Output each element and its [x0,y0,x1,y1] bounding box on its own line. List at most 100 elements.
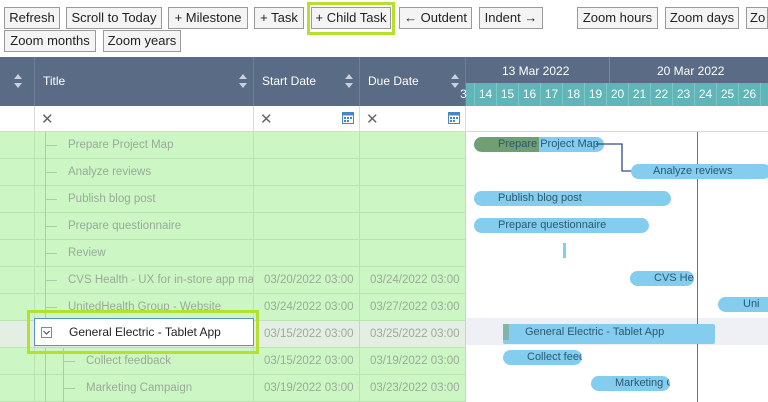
due-date-cell[interactable] [360,159,466,186]
start-date-cell[interactable]: 03/15/2022 03:00 [254,348,360,375]
row-handle[interactable] [0,132,35,159]
clear-filter-icon[interactable]: ✕ [366,110,379,128]
start-date-column-label: Start Date [262,74,317,88]
title-cell[interactable]: UnitedHealth Group - Website [35,294,254,321]
task-title: Review [68,247,106,259]
row-handle[interactable] [0,267,35,294]
sort-icon[interactable] [345,74,353,88]
task-bar-publish-blog-post[interactable]: Publish blog post [474,191,671,206]
clear-filter-icon[interactable]: ✕ [41,110,54,128]
calendar-icon[interactable] [448,111,460,124]
title-cell[interactable]: Prepare questionnaire [35,213,254,240]
task-bar-prepare-questionnaire[interactable]: Prepare questionnaire [474,218,649,233]
task-bar-unitedhealth[interactable]: Uni [718,297,768,312]
start-date-filter[interactable]: ✕ [254,106,360,132]
due-date-cell[interactable]: 03/27/2022 03:00 [360,294,466,321]
title-column-header[interactable]: Title [35,57,254,106]
title-cell[interactable]: Prepare Project Map [35,132,254,159]
title-column-label: Title [43,74,66,88]
sort-icon[interactable] [239,74,247,88]
task-bar-cvs-health[interactable]: CVS Hea [630,271,694,286]
due-date-cell[interactable] [360,186,466,213]
due-date-cell[interactable] [360,213,466,240]
vertical-scrollbar[interactable] [764,0,768,402]
calendar-icon[interactable] [342,111,354,124]
title-cell[interactable]: CVS Health - UX for in-store app map [35,267,254,294]
refresh-button[interactable]: Refresh [4,7,60,29]
due-date-cell[interactable]: 03/24/2022 03:00 [360,267,466,294]
title-cell[interactable]: Publish blog post [35,186,254,213]
table-row[interactable]: Review [0,240,466,267]
start-date-cell[interactable] [254,240,360,267]
title-cell[interactable]: Analyze reviews [35,159,254,186]
gantt-chart: Prepare Project Map Analyze reviews Publ… [466,132,768,402]
table-row[interactable]: Prepare Project Map [0,132,466,159]
day-cell: 23 [673,83,695,106]
start-date-cell[interactable]: 03/19/2022 03:00 [254,375,360,402]
task-bar-analyze-reviews[interactable]: Analyze reviews [631,164,768,179]
indent-button[interactable]: Indent → [479,7,543,29]
task-bar-label: Uni [743,298,760,310]
table-row[interactable]: Publish blog post [0,186,466,213]
table-row[interactable]: CVS Health - UX for in-store app map 03/… [0,267,466,294]
parent-bar-general-electric[interactable]: General Electric - Tablet App [503,324,715,344]
start-date-cell[interactable]: 03/20/2022 03:00 [254,267,360,294]
row-handle-header[interactable] [0,57,35,106]
row-handle[interactable] [0,321,35,348]
row-handle[interactable] [0,375,35,402]
start-date-cell[interactable] [254,213,360,240]
title-filter[interactable]: ✕ [35,106,254,132]
row-handle[interactable] [0,294,35,321]
day-cell: 14 [475,83,497,106]
start-date-cell[interactable] [254,132,360,159]
row-handle[interactable] [0,213,35,240]
zoom-months-button[interactable]: Zoom months [4,30,96,52]
due-date-cell[interactable]: 03/19/2022 03:00 [360,348,466,375]
milestone-review[interactable] [563,243,566,258]
zoom-years-button[interactable]: Zoom years [103,30,181,52]
zoom-days-button[interactable]: Zoom days [665,7,739,29]
clear-filter-icon[interactable]: ✕ [260,110,273,128]
title-cell[interactable]: Review [35,240,254,267]
task-title: Marketing Campaign [86,382,193,394]
due-date-cell[interactable] [360,240,466,267]
table-row[interactable]: Analyze reviews [0,159,466,186]
due-date-value: 03/19/2022 03:00 [370,355,460,367]
row-handle[interactable] [0,348,35,375]
task-bar-marketing-campaign[interactable]: Marketing C [591,376,670,391]
progress-fill [503,324,509,340]
row-handle[interactable] [0,240,35,267]
task-bar-label: Analyze reviews [653,165,733,177]
add-task-button[interactable]: + Task [254,7,304,29]
due-date-column-header[interactable]: Due Date [360,57,466,106]
title-edit-field[interactable]: General Electric - Tablet App [34,318,254,346]
due-date-cell[interactable]: 03/25/2022 03:00 [360,321,466,348]
due-date-cell[interactable]: 03/23/2022 03:00 [360,375,466,402]
outdent-button[interactable]: ← Outdent [399,7,472,29]
start-date-cell[interactable]: 03/24/2022 03:00 [254,294,360,321]
task-bar-collect-feedback[interactable]: Collect feed [503,350,582,365]
table-row[interactable]: Collect feedback 03/15/2022 03:00 03/19/… [0,348,466,375]
day-cell: 20 [607,83,629,106]
scroll-to-today-button[interactable]: Scroll to Today [66,7,162,29]
collapse-toggle[interactable] [41,327,52,338]
add-milestone-button[interactable]: + Milestone [168,7,248,29]
add-child-task-button[interactable]: + Child Task [311,7,391,29]
table-row[interactable]: Prepare questionnaire [0,213,466,240]
due-date-cell[interactable] [360,132,466,159]
due-date-filter[interactable]: ✕ [360,106,466,132]
table-row[interactable]: UnitedHealth Group - Website 03/24/2022 … [0,294,466,321]
row-handle[interactable] [0,186,35,213]
task-title: Prepare Project Map [68,139,174,151]
title-cell[interactable]: Marketing Campaign [35,375,254,402]
start-date-cell[interactable]: 03/15/2022 03:00 [254,321,360,348]
start-date-cell[interactable] [254,159,360,186]
start-date-column-header[interactable]: Start Date [254,57,360,106]
title-cell[interactable]: Collect feedback [35,348,254,375]
zoom-hours-button[interactable]: Zoom hours [577,7,658,29]
task-bar-prepare-project-map[interactable]: Prepare Project Map [474,137,604,152]
table-row[interactable]: Marketing Campaign 03/19/2022 03:00 03/2… [0,375,466,402]
row-handle[interactable] [0,159,35,186]
day-cell: 24 [695,83,717,106]
start-date-cell[interactable] [254,186,360,213]
